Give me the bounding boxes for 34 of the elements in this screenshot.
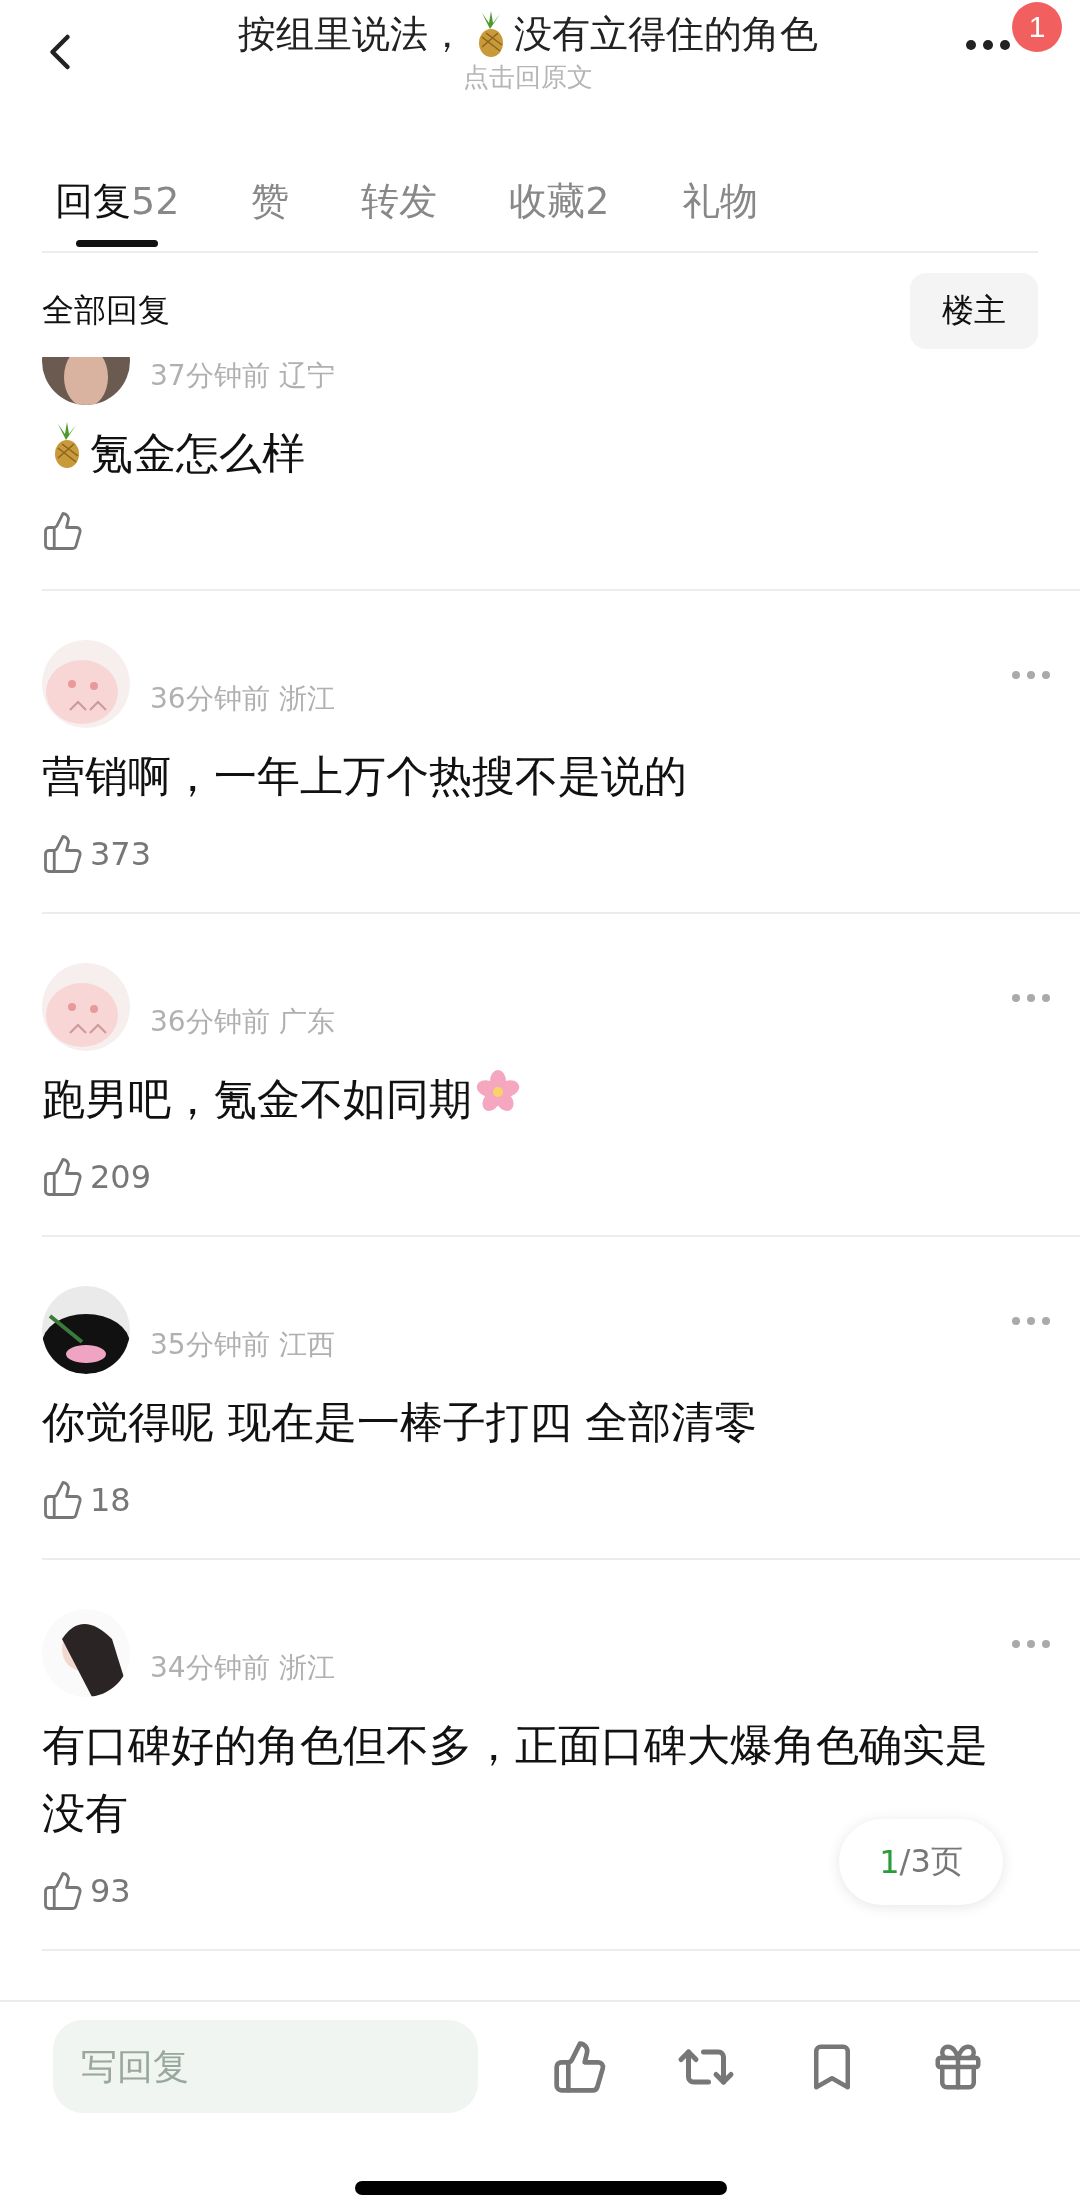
comment-text: 你觉得呢 现在是一棒子打四 全部清零: [42, 1396, 759, 1449]
section-title: 全部回复: [42, 290, 170, 331]
comment-more-button[interactable]: [1012, 1317, 1050, 1325]
back-to-original-link[interactable]: 点击回原文: [463, 60, 593, 94]
comment-meta: 37分钟前 辽宁: [150, 358, 335, 394]
like-count: 209: [90, 1158, 152, 1196]
like-icon[interactable]: [42, 833, 84, 875]
like-count: 93: [90, 1872, 131, 1910]
comment-more-button[interactable]: [1012, 994, 1050, 1002]
comment-meta: 34分钟前 浙江: [150, 1650, 335, 1686]
like-count: 373: [90, 835, 152, 873]
reply-input-field[interactable]: 写回复: [53, 2020, 478, 2113]
tab[interactable]: 礼物: [681, 168, 758, 251]
page-indicator[interactable]: 1/3页: [839, 1819, 1003, 1905]
comment-text: 氪金怎么样: [42, 419, 1080, 487]
author-filter-button[interactable]: 楼主: [910, 273, 1038, 349]
like-icon[interactable]: [42, 1156, 84, 1198]
post-title: 按组里说法， 没有立得住的角色: [238, 10, 818, 59]
tab[interactable]: 收藏2: [509, 168, 610, 251]
comment-text: 营销啊，一年上万个热搜不是说的: [42, 750, 688, 803]
tab[interactable]: 转发: [361, 168, 438, 251]
notification-badge: 1: [1012, 2, 1062, 52]
flower-icon: [476, 1070, 520, 1114]
comment-meta: 36分钟前 浙江: [150, 681, 335, 717]
like-count: 18: [90, 1481, 131, 1519]
comment-text: 跑男吧，氪金不如同期: [42, 1065, 1080, 1133]
like-icon[interactable]: [42, 510, 84, 552]
like-icon[interactable]: [42, 1870, 84, 1912]
tab[interactable]: 回复52: [55, 168, 180, 251]
comment-more-button[interactable]: [1012, 671, 1050, 679]
like-icon[interactable]: [42, 1479, 84, 1521]
comment-meta: 36分钟前 广东: [150, 1004, 335, 1040]
comment-more-button[interactable]: [1012, 1640, 1050, 1648]
comment-meta: 35分钟前 江西: [150, 1327, 335, 1363]
